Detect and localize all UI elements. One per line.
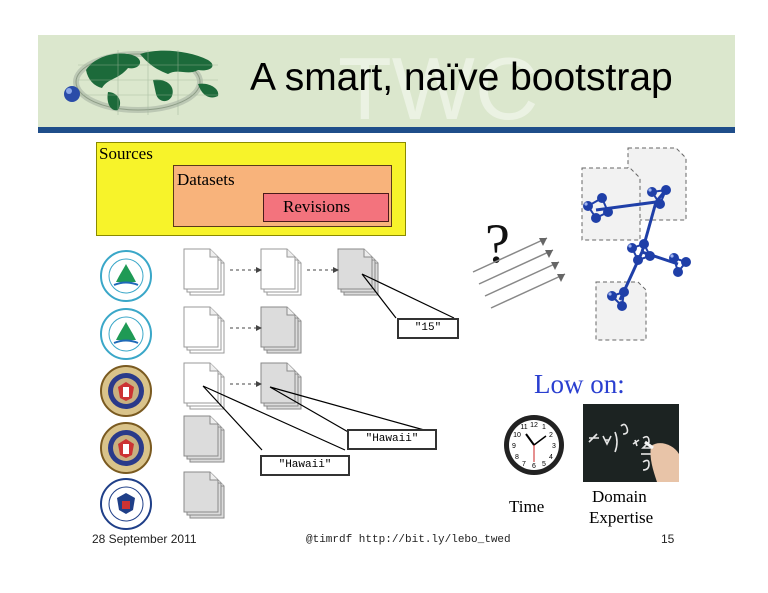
seal-agency-4 bbox=[100, 422, 152, 474]
svg-text:12: 12 bbox=[530, 422, 538, 429]
header-rule bbox=[38, 127, 735, 133]
svg-text:6: 6 bbox=[532, 463, 536, 470]
seal-agency-3 bbox=[100, 365, 152, 417]
svg-text:3: 3 bbox=[552, 443, 556, 450]
question-mark: ? bbox=[485, 213, 510, 275]
footer-links: @timrdf http://bit.ly/lebo_twed bbox=[306, 534, 511, 546]
expertise-caption: Expertise bbox=[589, 508, 654, 527]
sources-label: Sources bbox=[99, 144, 153, 163]
seal-epa-1 bbox=[100, 250, 152, 302]
svg-text:7: 7 bbox=[522, 461, 526, 468]
footer-date: 28 September 2011 bbox=[92, 532, 197, 546]
clock-icon: 12 3 6 9 12 45 78 1011 bbox=[504, 415, 564, 475]
svg-text:9: 9 bbox=[512, 443, 516, 450]
dataset-stack bbox=[184, 307, 224, 353]
datasets-label: Datasets bbox=[177, 170, 235, 189]
svg-text:5: 5 bbox=[542, 461, 546, 468]
svg-text:10: 10 bbox=[513, 432, 521, 439]
globe-logo-icon bbox=[64, 50, 219, 115]
callout-hawaii-right: "Hawaii" bbox=[347, 429, 437, 450]
dataset-diagram bbox=[100, 240, 455, 530]
callout-hawaii-left: "Hawaii" bbox=[260, 455, 350, 476]
low-on-heading: Low on: bbox=[534, 369, 625, 399]
dataset-stack bbox=[184, 416, 224, 462]
dataset-stack bbox=[261, 249, 301, 295]
seal-dhs bbox=[100, 478, 152, 530]
svg-text:2: 2 bbox=[549, 432, 553, 439]
dataset-stack bbox=[338, 249, 378, 295]
revisions-label: Revisions bbox=[283, 197, 351, 216]
seal-epa-2 bbox=[100, 308, 152, 360]
callout-15: "15" bbox=[397, 318, 459, 339]
dataset-stack bbox=[184, 472, 224, 518]
chalkboard-icon bbox=[583, 404, 679, 482]
dataset-stack bbox=[261, 307, 301, 353]
dataset-stack bbox=[184, 249, 224, 295]
callout-lines bbox=[202, 273, 455, 451]
time-caption: Time bbox=[509, 497, 545, 516]
svg-text:11: 11 bbox=[520, 424, 527, 431]
linked-data-graph bbox=[581, 147, 691, 341]
page-number: 15 bbox=[661, 532, 675, 546]
dataset-stack bbox=[261, 363, 301, 409]
domain-caption: Domain bbox=[592, 487, 647, 506]
svg-text:1: 1 bbox=[542, 424, 546, 431]
question-arrows: ? bbox=[472, 213, 566, 309]
slide-title: A smart, naïve bootstrap bbox=[250, 56, 673, 99]
svg-text:4: 4 bbox=[549, 454, 553, 461]
svg-text:8: 8 bbox=[515, 454, 519, 461]
